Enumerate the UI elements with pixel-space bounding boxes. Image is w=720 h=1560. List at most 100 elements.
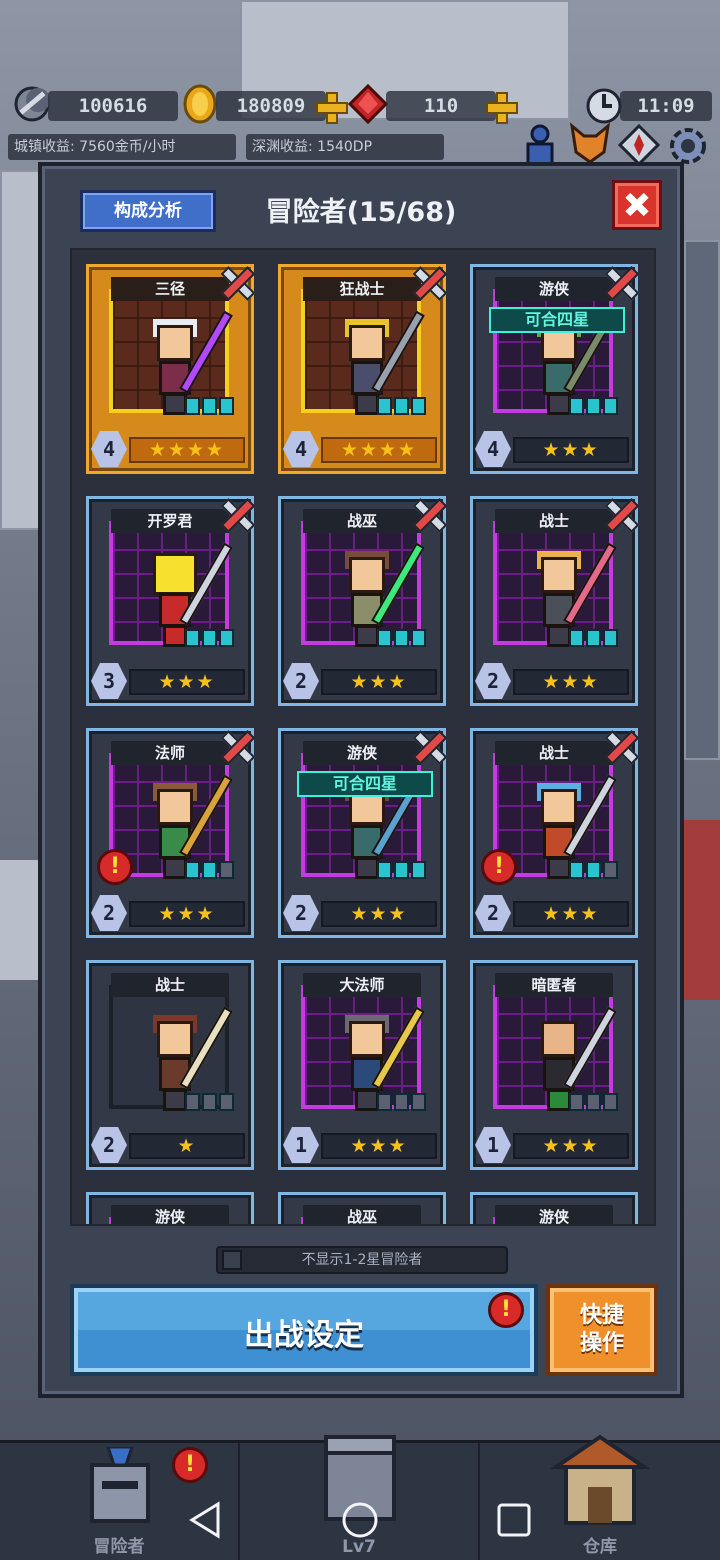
level-badge: 2 [283, 663, 319, 699]
back-nav-icon[interactable] [186, 1500, 226, 1540]
star-rating: ★ [129, 1133, 245, 1159]
portrait [493, 985, 617, 1111]
alert-icon: ! [481, 849, 517, 885]
dialog-title: 冒险者(15/68) [265, 197, 457, 228]
equipment-icons [377, 397, 427, 417]
adventurer-card[interactable]: 游侠 [86, 1192, 254, 1224]
level-badge: 2 [91, 1127, 127, 1163]
adventurer-card[interactable]: 游侠 [470, 1192, 638, 1224]
add-gem-button[interactable] [486, 92, 518, 124]
crossed-swords-icon[interactable] [409, 727, 447, 765]
equipment-icons [377, 629, 427, 649]
star-rating: ★★★ [513, 437, 629, 463]
equipment-icons [377, 1093, 427, 1113]
level-badge: 2 [283, 895, 319, 931]
moon-resource-value: 100616 [48, 91, 178, 121]
recents-nav-icon[interactable] [494, 1500, 534, 1540]
portrait [301, 985, 425, 1111]
adventurer-card[interactable]: 战士 2 ★ [86, 960, 254, 1170]
checkbox[interactable] [222, 1250, 242, 1270]
alert-icon: ! [97, 849, 133, 885]
crossed-swords-icon[interactable] [601, 727, 639, 765]
level-badge: 4 [91, 431, 127, 467]
portrait [301, 289, 425, 415]
nav-level-label: Lv7 [342, 1537, 376, 1557]
game-screen: 100616 180809 110 11:09 城镇收益: 7560金币/小时 … [0, 0, 720, 1560]
moon-sword-icon [14, 86, 50, 122]
crossed-swords-icon[interactable] [217, 727, 255, 765]
star-rating: ★★★★ [129, 437, 245, 463]
adventurer-name: 战巫 [303, 509, 421, 533]
adventurer-card[interactable]: 战巫 [278, 1192, 446, 1224]
quick-label-1: 快捷 [579, 1303, 624, 1328]
add-gold-button[interactable] [316, 92, 348, 124]
adventurer-name: 开罗君 [111, 509, 229, 533]
quick-action-button[interactable]: 快捷 操作 [546, 1284, 658, 1376]
adventurer-name: 战士 [111, 973, 229, 997]
crossed-swords-icon[interactable] [409, 263, 447, 301]
adventurer-card[interactable]: 开罗君 3 ★★★ [86, 496, 254, 706]
equipment-icons [569, 397, 619, 417]
star-rating: ★★★ [321, 901, 437, 927]
level-badge: 4 [475, 431, 511, 467]
adventurer-name: 游侠 [495, 277, 613, 301]
red-gem-icon [348, 84, 388, 124]
bg-roof [684, 820, 720, 1000]
adventurer-grid[interactable]: 三径 4 ★★★★ 狂战士 4 ★★★★ 游侠 可合四星 4 ★★★ 开罗君 3… [70, 248, 656, 1226]
adventurer-card[interactable]: 三径 4 ★★★★ [86, 264, 254, 474]
town-income: 城镇收益: 7560金币/小时 [8, 134, 236, 160]
star-rating: ★★★ [321, 1133, 437, 1159]
equipment-icons [185, 629, 235, 649]
clock-icon [586, 88, 622, 124]
close-button[interactable] [612, 180, 662, 230]
crossed-swords-icon[interactable] [601, 263, 639, 301]
fox-icon[interactable] [568, 122, 612, 166]
level-badge: 4 [283, 431, 319, 467]
bg-roof [0, 860, 38, 980]
crossed-swords-icon[interactable] [217, 263, 255, 301]
equipment-icons [569, 1093, 619, 1113]
gold-resource-value: 180809 [216, 91, 326, 121]
crossed-swords-icon[interactable] [409, 495, 447, 533]
crossed-swords-icon[interactable] [601, 495, 639, 533]
bg-building [684, 240, 720, 760]
level-badge: 1 [475, 1127, 511, 1163]
battle-setup-label: 出战设定 [244, 1318, 364, 1353]
map-compass-icon[interactable] [618, 124, 660, 166]
adventurer-card[interactable]: 战士 2 ★★★ [470, 496, 638, 706]
equipment-icons [185, 861, 235, 881]
adventurer-name: 狂战士 [303, 277, 421, 301]
equipment-icons [569, 861, 619, 881]
star-rating: ★★★★ [321, 437, 437, 463]
level-badge: 2 [91, 895, 127, 931]
bg-building [0, 170, 40, 530]
adventurer-card[interactable]: 狂战士 4 ★★★★ [278, 264, 446, 474]
equipment-icons [377, 861, 427, 881]
adventurer-card[interactable]: 游侠 可合四星 4 ★★★ [470, 264, 638, 474]
adventurer-card[interactable]: 大法师 1 ★★★ [278, 960, 446, 1170]
equipment-icons [185, 397, 235, 417]
hide-low-star-toggle[interactable]: 不显示1-2星冒险者 [216, 1246, 508, 1274]
adventurer-name: 三径 [111, 277, 229, 301]
star-rating: ★★★ [513, 1133, 629, 1159]
adventurer-card[interactable]: 暗匿者 1 ★★★ [470, 960, 638, 1170]
home-nav-icon[interactable] [340, 1500, 380, 1540]
team-icon[interactable] [520, 122, 560, 166]
portrait [109, 289, 233, 415]
quick-label-2: 操作 [579, 1331, 624, 1356]
crossed-swords-icon[interactable] [217, 495, 255, 533]
equipment-icons [569, 629, 619, 649]
battle-setup-button[interactable]: 出战设定 ! [70, 1284, 538, 1376]
adventurer-card[interactable]: 游侠 可合四星 2 ★★★ [278, 728, 446, 938]
level-badge: 1 [283, 1127, 319, 1163]
adventurer-card[interactable]: 法师 ! 2 ★★★ [86, 728, 254, 938]
adventurer-card[interactable]: 战巫 2 ★★★ [278, 496, 446, 706]
star-rating: ★★★ [129, 901, 245, 927]
knight-helmet-icon [90, 1447, 150, 1523]
merge-four-star-tag: 可合四星 [489, 307, 625, 333]
alert-icon: ! [172, 1447, 208, 1483]
portrait [109, 521, 233, 647]
adventurer-card[interactable]: 战士 ! 2 ★★★ [470, 728, 638, 938]
adventurer-dialog: 构成分析 冒险者(15/68) 三径 4 ★★★★ 狂战士 4 ★★★★ 游侠 … [38, 162, 684, 1398]
filter-label: 不显示1-2星冒险者 [301, 1252, 423, 1268]
